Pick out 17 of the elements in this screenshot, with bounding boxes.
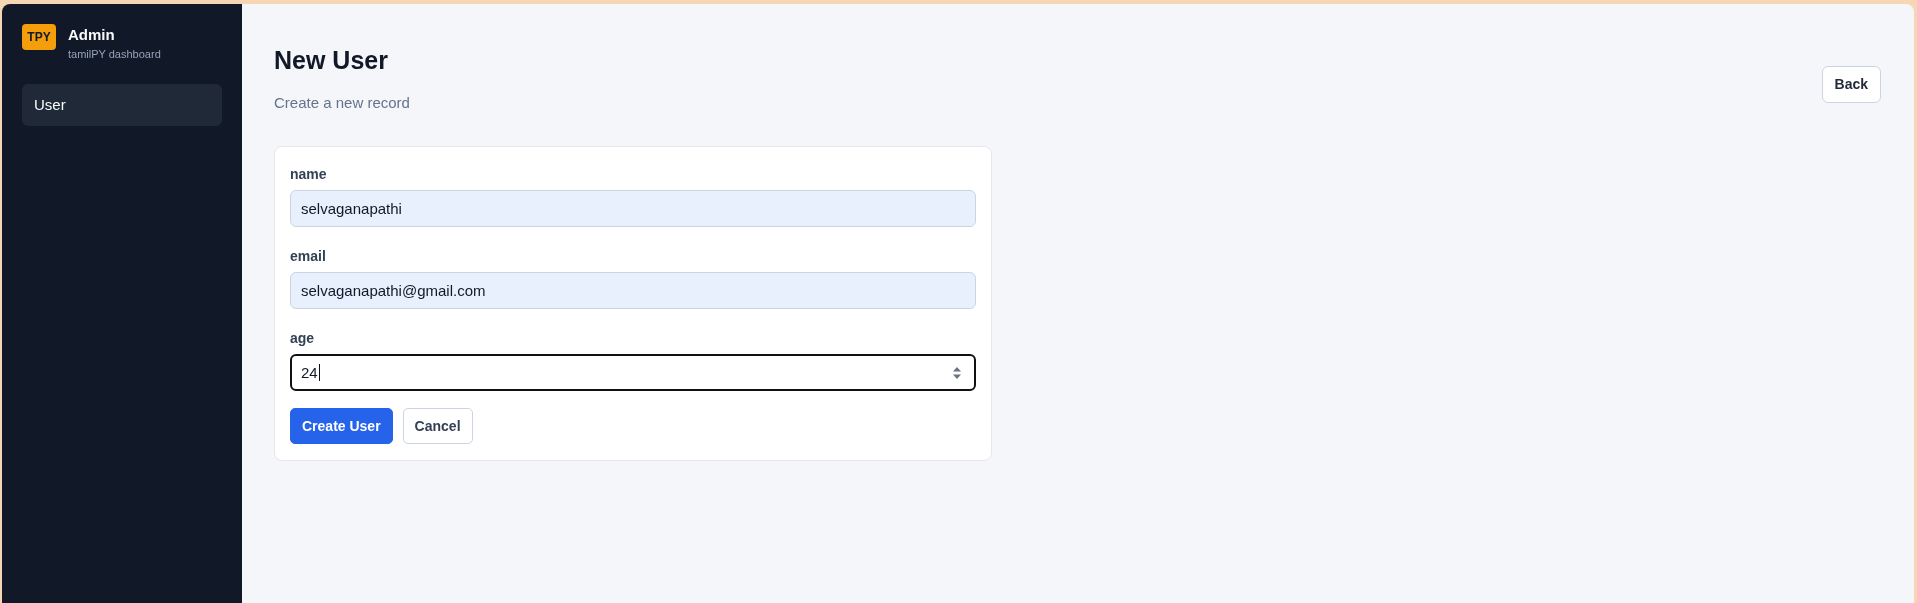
input-field[interactable]: selvaganapathi <box>290 190 976 227</box>
app-subtitle: tamilPY dashboard <box>68 47 161 61</box>
logo-badge: TPY <box>22 24 56 50</box>
input-field[interactable]: selvaganapathi@gmail.com <box>290 272 976 309</box>
field-label: email <box>290 247 326 266</box>
field-label: age <box>290 329 315 348</box>
page-subtitle: Create a new record <box>274 93 410 113</box>
back-button[interactable]: Back <box>1821 65 1881 103</box>
page-title: New User <box>274 45 389 76</box>
sidebar-item[interactable]: User <box>22 84 222 126</box>
app-title: Admin <box>68 26 116 44</box>
text-cursor-icon <box>318 364 320 381</box>
input-field[interactable]: 24 <box>290 354 976 391</box>
submit-button[interactable]: Create User <box>290 408 393 444</box>
spinner-arrows-icon[interactable] <box>953 366 961 379</box>
field-label: name <box>290 165 327 184</box>
cancel-button[interactable]: Cancel <box>402 408 473 444</box>
